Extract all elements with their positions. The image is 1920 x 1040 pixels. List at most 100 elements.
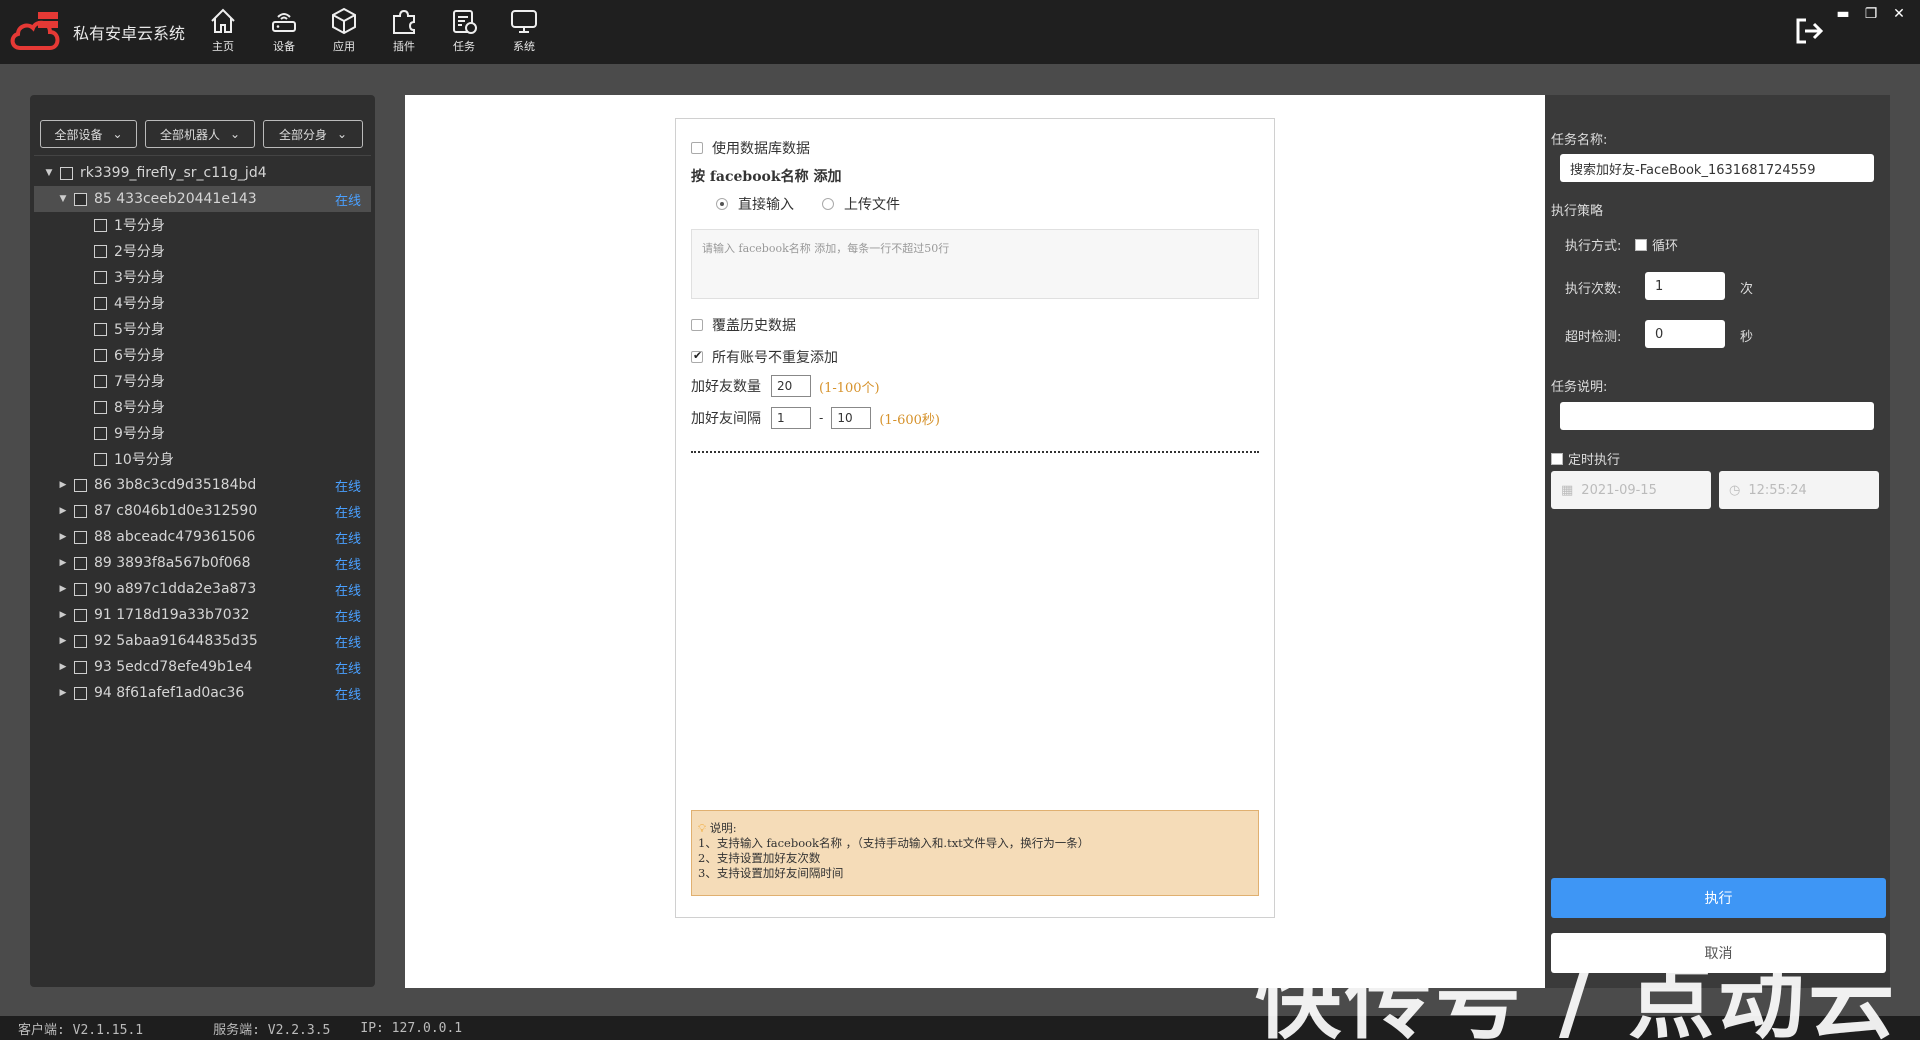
use-db-checkbox[interactable] bbox=[691, 142, 703, 154]
clone-checkbox[interactable] bbox=[94, 400, 107, 414]
timeout-input[interactable]: 0 bbox=[1645, 320, 1725, 348]
tree-device-item[interactable]: ▶ 93 5edcd78efe49b1e4 在线 bbox=[34, 654, 371, 680]
tree-clone-item[interactable]: 9号分身 bbox=[34, 420, 371, 446]
schedule-checkbox[interactable] bbox=[1551, 452, 1563, 465]
router-icon bbox=[272, 13, 296, 32]
execute-button[interactable]: 执行 bbox=[1551, 878, 1886, 918]
tree-device-item[interactable]: ▶ 92 5abaa91644835d35 在线 bbox=[34, 628, 371, 654]
device-checkbox[interactable] bbox=[74, 608, 87, 622]
interval-max-input[interactable]: 10 bbox=[831, 407, 872, 429]
expand-toggle-icon[interactable]: ▶ bbox=[58, 636, 68, 646]
tree-root[interactable]: ▼ rk3399_firefly_sr_c11g_jd4 bbox=[34, 160, 371, 186]
facebook-names-textarea[interactable]: 请输入 facebook名称 添加，每条一行不超过50行 bbox=[691, 229, 1259, 299]
date-picker[interactable]: ▦ 2021-09-15 bbox=[1551, 471, 1711, 509]
time-picker[interactable]: ◷ 12:55:24 bbox=[1719, 471, 1879, 509]
close-button[interactable]: ✕ bbox=[1888, 4, 1910, 24]
clone-checkbox[interactable] bbox=[94, 374, 107, 388]
tree-device-item[interactable]: ▶ 90 a897c1dda2e3a873 在线 bbox=[34, 576, 371, 602]
tree-clone-item[interactable]: 10号分身 bbox=[34, 446, 371, 472]
expand-toggle-icon[interactable]: ▶ bbox=[58, 480, 68, 490]
exec-count-input[interactable]: 1 bbox=[1645, 272, 1725, 300]
expand-toggle-icon[interactable]: ▶ bbox=[58, 584, 68, 594]
tree-clone-item[interactable]: 4号分身 bbox=[34, 290, 371, 316]
device-checkbox[interactable] bbox=[74, 192, 87, 206]
nav-home[interactable]: 主页 bbox=[199, 6, 247, 60]
schedule-label: 定时执行 bbox=[1568, 453, 1621, 468]
no-duplicate-option[interactable]: 所有账号不重复添加 bbox=[691, 347, 838, 367]
tree-clone-item[interactable]: 6号分身 bbox=[34, 342, 371, 368]
tree-clone-item[interactable]: 8号分身 bbox=[34, 394, 371, 420]
tree-device-item[interactable]: ▶ 86 3b8c3cd9d35184bd 在线 bbox=[34, 472, 371, 498]
exec-count-label: 执行次数: bbox=[1565, 282, 1622, 297]
friend-count-input[interactable]: 20 bbox=[771, 375, 811, 397]
exec-mode-label: 执行方式: bbox=[1565, 239, 1622, 254]
nav-system[interactable]: 系统 bbox=[500, 6, 548, 60]
clone-checkbox[interactable] bbox=[94, 452, 107, 466]
nav-devices[interactable]: 设备 bbox=[260, 6, 308, 60]
tree-device-item[interactable]: ▶ 88 abceadc479361506 在线 bbox=[34, 524, 371, 550]
tree-clone-item[interactable]: 3号分身 bbox=[34, 264, 371, 290]
restore-button[interactable]: ❐ bbox=[1860, 4, 1882, 24]
overwrite-checkbox[interactable] bbox=[691, 319, 703, 331]
tree-device-item[interactable]: ▶ 89 3893f8a567b0f068 在线 bbox=[34, 550, 371, 576]
device-checkbox[interactable] bbox=[74, 686, 87, 700]
clone-checkbox[interactable] bbox=[94, 426, 107, 440]
expand-toggle-icon[interactable]: ▶ bbox=[58, 532, 68, 542]
device-checkbox[interactable] bbox=[74, 582, 87, 596]
expand-toggle-icon[interactable]: ▶ bbox=[58, 558, 68, 568]
section-title: 按 facebook名称 添加 bbox=[691, 169, 842, 185]
device-checkbox[interactable] bbox=[74, 660, 87, 674]
nav-apps[interactable]: 应用 bbox=[320, 6, 368, 60]
overwrite-option[interactable]: 覆盖历史数据 bbox=[691, 315, 796, 335]
clone-label: 7号分身 bbox=[114, 374, 165, 390]
expand-toggle-icon[interactable]: ▼ bbox=[58, 194, 68, 204]
clone-checkbox[interactable] bbox=[94, 218, 107, 232]
no-duplicate-checkbox[interactable] bbox=[691, 349, 703, 363]
device-checkbox[interactable] bbox=[74, 634, 87, 648]
clone-checkbox[interactable] bbox=[94, 322, 107, 336]
expand-toggle-icon[interactable]: ▶ bbox=[58, 662, 68, 672]
nav-plugins[interactable]: 插件 bbox=[380, 6, 428, 60]
robot-filter-dropdown[interactable]: 全部机器人 ⌄ bbox=[145, 120, 255, 148]
minimize-button[interactable]: ▬ bbox=[1832, 4, 1854, 24]
use-db-option[interactable]: 使用数据库数据 bbox=[691, 138, 810, 158]
expand-toggle-icon[interactable]: ▶ bbox=[58, 688, 68, 698]
expand-toggle-icon[interactable]: ▶ bbox=[58, 506, 68, 516]
clone-checkbox[interactable] bbox=[94, 244, 107, 258]
device-label: 87 c8046b1d0e312590 bbox=[94, 503, 258, 519]
loop-checkbox[interactable] bbox=[1635, 238, 1647, 251]
description-input[interactable] bbox=[1560, 402, 1874, 430]
device-checkbox[interactable] bbox=[74, 478, 87, 492]
logout-button[interactable] bbox=[1792, 14, 1826, 52]
tree-clone-item[interactable]: 2号分身 bbox=[34, 238, 371, 264]
interval-min-input[interactable]: 1 bbox=[771, 407, 811, 429]
tree-device-item[interactable]: ▶ 91 1718d19a33b7032 在线 bbox=[34, 602, 371, 628]
friend-count-label: 加好友数量 bbox=[691, 379, 761, 395]
tree-clone-item[interactable]: 7号分身 bbox=[34, 368, 371, 394]
tree-clone-item[interactable]: 5号分身 bbox=[34, 316, 371, 342]
time-value: 12:55:24 bbox=[1748, 482, 1807, 498]
nav-tasks[interactable]: 任务 bbox=[440, 6, 488, 60]
schedule-option[interactable]: 定时执行 bbox=[1551, 449, 1620, 468]
device-filter-dropdown[interactable]: 全部设备 ⌄ bbox=[40, 120, 137, 148]
device-checkbox[interactable] bbox=[74, 504, 87, 518]
task-name-input[interactable]: 搜索加好友-FaceBook_1631681724559 bbox=[1560, 154, 1874, 182]
clone-checkbox[interactable] bbox=[94, 296, 107, 310]
tree-device-85[interactable]: ▼ 85 433ceeb20441e143 在线 bbox=[34, 186, 371, 212]
tree-clone-item[interactable]: 1号分身 bbox=[34, 212, 371, 238]
radio-direct-input[interactable] bbox=[716, 198, 728, 210]
clone-filter-dropdown[interactable]: 全部分身 ⌄ bbox=[263, 120, 363, 148]
device-checkbox[interactable] bbox=[74, 556, 87, 570]
clone-checkbox[interactable] bbox=[94, 348, 107, 362]
loop-option[interactable]: 循环 bbox=[1635, 235, 1678, 254]
clone-label: 3号分身 bbox=[114, 270, 165, 286]
clone-checkbox[interactable] bbox=[94, 270, 107, 284]
tree-device-item[interactable]: ▶ 87 c8046b1d0e312590 在线 bbox=[34, 498, 371, 524]
radio-upload-label: 上传文件 bbox=[844, 197, 900, 213]
expand-toggle-icon[interactable]: ▼ bbox=[44, 168, 54, 178]
tree-device-item[interactable]: ▶ 94 8f61afef1ad0ac36 在线 bbox=[34, 680, 371, 706]
radio-upload-file[interactable] bbox=[822, 198, 834, 210]
expand-toggle-icon[interactable]: ▶ bbox=[58, 610, 68, 620]
root-checkbox[interactable] bbox=[60, 166, 73, 180]
device-checkbox[interactable] bbox=[74, 530, 87, 544]
